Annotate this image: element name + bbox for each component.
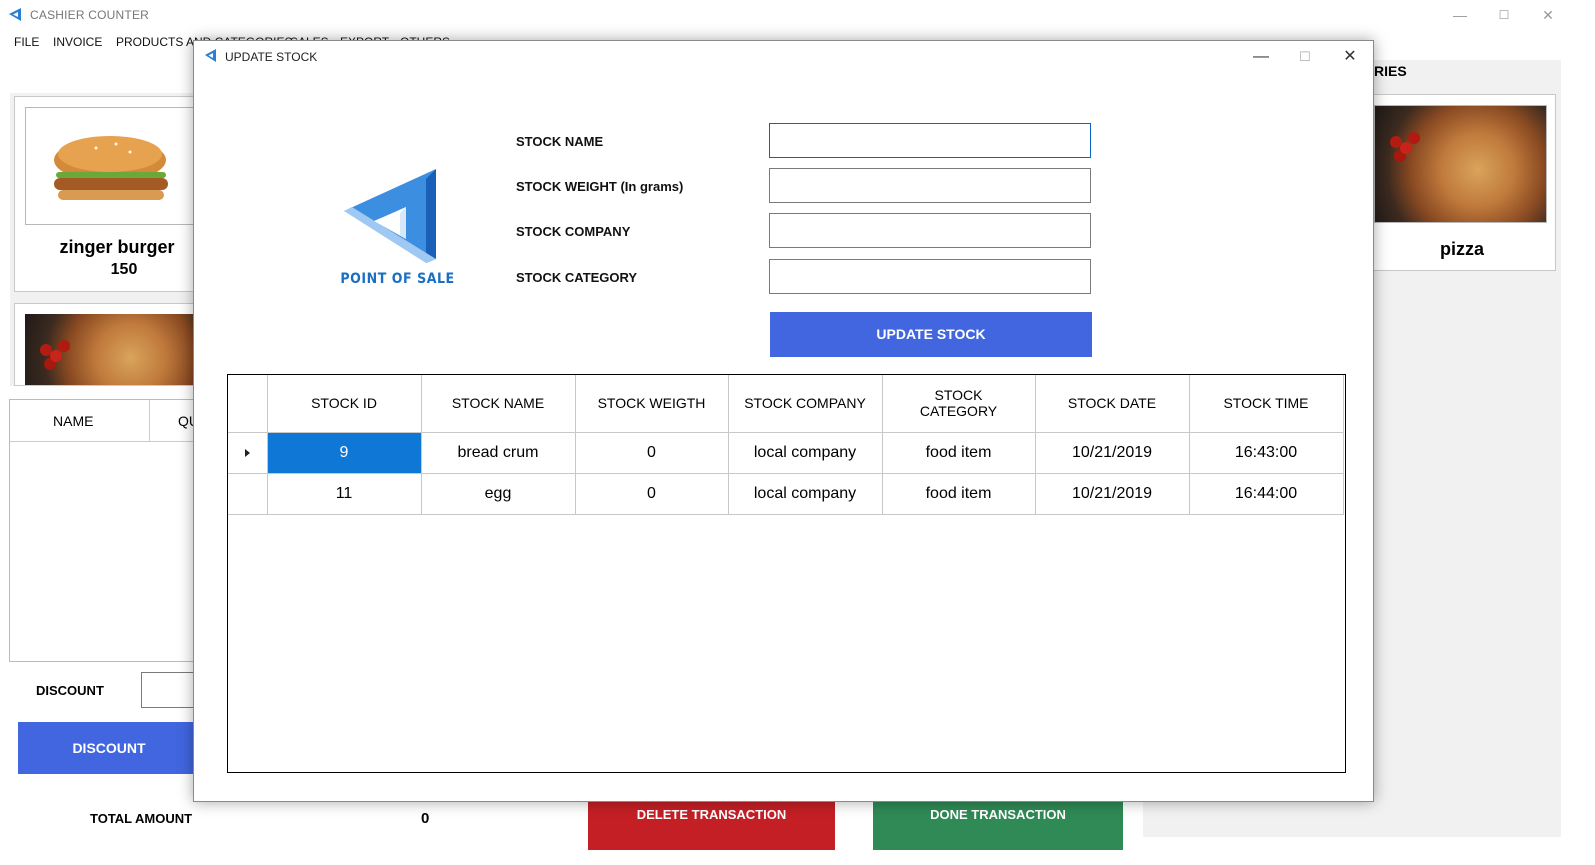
cell-stock-category[interactable]: food item (882, 432, 1036, 474)
col-stock-name[interactable]: STOCK NAME (421, 375, 576, 433)
stock-weight-label: STOCK WEIGHT (In grams) (516, 179, 684, 194)
app-minimize-button[interactable]: — (1440, 4, 1480, 26)
row-selector[interactable] (228, 473, 268, 515)
product-name: zinger burger (59, 237, 175, 257)
cell-stock-company[interactable]: local company (728, 432, 883, 474)
app-close-button[interactable]: ✕ (1528, 4, 1568, 26)
update-stock-dialog: UPDATE STOCK — ☐ ✕ POINT OF SALE STOCK N… (193, 40, 1374, 802)
col-stock-weight[interactable]: STOCK WEIGTH (575, 375, 729, 433)
product-card-pizza-left[interactable] (14, 303, 200, 386)
app-title: CASHIER COUNTER (30, 8, 150, 22)
row-selector[interactable] (228, 432, 268, 474)
col-stock-date[interactable]: STOCK DATE (1035, 375, 1190, 433)
total-amount-value: 0 (421, 810, 430, 827)
col-stock-company[interactable]: STOCK COMPANY (728, 375, 883, 433)
stock-company-input[interactable] (769, 213, 1091, 248)
burger-image (25, 107, 201, 225)
cell-stock-name[interactable]: bread crum (421, 432, 576, 474)
discount-button[interactable]: DISCOUNT (18, 722, 200, 774)
dialog-maximize-button[interactable]: ☐ (1283, 45, 1327, 69)
app-titlebar: CASHIER COUNTER — ☐ ✕ (0, 0, 1595, 30)
stock-table: STOCK ID STOCK NAME STOCK WEIGTH STOCK C… (228, 375, 1344, 515)
dialog-title: UPDATE STOCK (225, 50, 318, 64)
col-stock-id[interactable]: STOCK ID (267, 375, 422, 433)
cart-table-header: NAME QU (10, 400, 200, 442)
discount-input[interactable] (141, 672, 201, 708)
cell-stock-time[interactable]: 16:44:00 (1189, 473, 1344, 515)
col-stock-time[interactable]: STOCK TIME (1189, 375, 1344, 433)
row-header-corner (228, 375, 268, 433)
pizza-image (25, 314, 199, 385)
right-panel-header: RIES (1374, 63, 1407, 79)
cell-stock-date[interactable]: 10/21/2019 (1035, 432, 1190, 474)
cart-col-name: NAME (53, 413, 94, 429)
app-logo-icon (9, 8, 21, 21)
dialog-minimize-button[interactable]: — (1239, 45, 1283, 69)
cell-stock-weight[interactable]: 0 (575, 432, 729, 474)
pizza-image (1374, 105, 1547, 223)
cell-stock-company[interactable]: local company (728, 473, 883, 515)
discount-label: DISCOUNT (36, 683, 104, 698)
cell-stock-id[interactable]: 9 (267, 432, 422, 474)
cell-stock-name[interactable]: egg (421, 473, 576, 515)
logo-text: POINT OF SALE (340, 271, 455, 287)
stock-grid[interactable]: STOCK ID STOCK NAME STOCK WEIGTH STOCK C… (227, 374, 1346, 773)
stock-name-label: STOCK NAME (516, 134, 604, 149)
stock-category-input[interactable] (769, 259, 1091, 294)
stock-category-label: STOCK CATEGORY (516, 270, 638, 285)
stock-name-input[interactable] (769, 123, 1091, 158)
table-row[interactable]: 9 bread crum 0 local company food item 1… (228, 432, 1344, 474)
point-of-sale-logo-icon (344, 169, 436, 263)
done-transaction-button[interactable]: DONE TRANSACTION (873, 800, 1123, 850)
cell-stock-date[interactable]: 10/21/2019 (1035, 473, 1190, 515)
menu-invoice[interactable]: INVOICE (53, 35, 102, 49)
total-amount-label: TOTAL AMOUNT (90, 811, 193, 826)
app-maximize-button[interactable]: ☐ (1484, 4, 1524, 26)
dialog-close-button[interactable]: ✕ (1328, 45, 1372, 69)
cell-stock-category[interactable]: food item (882, 473, 1036, 515)
stock-company-label: STOCK COMPANY (516, 224, 631, 239)
current-row-arrow-icon (244, 448, 250, 457)
stock-table-header-row: STOCK ID STOCK NAME STOCK WEIGTH STOCK C… (228, 375, 1344, 433)
product-card-zinger-burger[interactable]: zinger burger 150 (14, 96, 201, 292)
cell-stock-weight[interactable]: 0 (575, 473, 729, 515)
cell-stock-time[interactable]: 16:43:00 (1189, 432, 1344, 474)
col-stock-category[interactable]: STOCK CATEGORY (882, 375, 1036, 433)
update-stock-button[interactable]: UPDATE STOCK (770, 312, 1092, 357)
dialog-logo-icon (205, 49, 216, 62)
cell-stock-id[interactable]: 11 (267, 473, 422, 515)
product-name: pizza (1439, 239, 1484, 259)
product-price: 150 (110, 261, 138, 278)
delete-transaction-button[interactable]: DELETE TRANSACTION (588, 800, 835, 850)
menu-file[interactable]: FILE (14, 35, 39, 49)
stock-weight-input[interactable] (769, 168, 1091, 203)
table-row[interactable]: 11 egg 0 local company food item 10/21/2… (228, 473, 1344, 515)
product-card-pizza[interactable]: pizza (1373, 94, 1556, 271)
